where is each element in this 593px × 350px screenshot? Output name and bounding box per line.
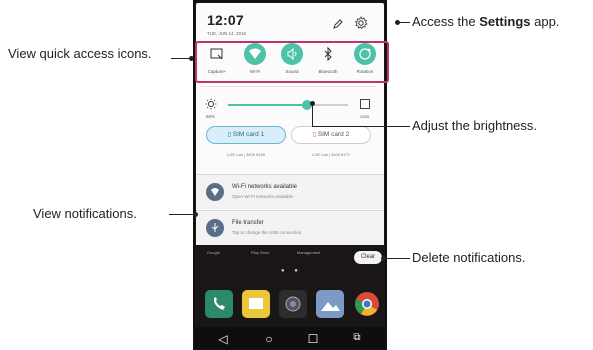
sim-card-1-button[interactable]: ▯ SIM card 1 [206, 126, 286, 144]
notification-title: Wi-Fi networks available [232, 184, 298, 190]
callout-marker [193, 212, 198, 217]
callout-line [312, 105, 313, 127]
callout-line [312, 126, 410, 127]
divider [201, 86, 377, 87]
callout-line [171, 58, 191, 59]
notification-title: File transfer [232, 220, 264, 226]
clear-button[interactable]: Clear [354, 251, 382, 264]
callout-line [169, 214, 195, 215]
back-button[interactable]: ◁ [213, 332, 233, 346]
messages-app-icon[interactable] [242, 290, 270, 318]
brightness-fill [228, 104, 308, 106]
quick-access-highlight [195, 41, 389, 83]
sim-card-2-button[interactable]: ▯ SIM card 2 [291, 126, 371, 144]
auto-label: Auto [360, 114, 370, 119]
notification-item[interactable]: File transfer Tap to change the USB conn… [196, 210, 384, 245]
callout-brightness: Adjust the brightness. [412, 118, 538, 133]
callout-text: Access the [412, 14, 480, 29]
auto-brightness-checkbox[interactable] [360, 99, 370, 109]
brightness-control: 66% Auto [193, 92, 381, 120]
sim-card-1-carrier: LGE Lab | 3400 6159 [227, 152, 265, 157]
brightness-icon [205, 98, 217, 110]
notification-subtitle: Tap to change the USB connection [232, 230, 302, 235]
home-app-label: Management [297, 250, 321, 255]
notification-item[interactable]: Wi-Fi networks available Open Wi-Fi netw… [196, 174, 384, 209]
recents-button[interactable]: ☐ [303, 332, 323, 346]
brightness-slider[interactable] [228, 100, 348, 110]
callout-notifications: View notifications. [33, 206, 137, 221]
callout-text: app. [530, 14, 560, 29]
chrome-app-icon[interactable] [353, 290, 381, 318]
sim-card-row: ▯ SIM card 1 ▯ SIM card 2 LGE Lab | 3400… [193, 126, 381, 166]
notification-subtitle: Open Wi-Fi networks available [232, 194, 294, 199]
sim-card-label: SIM card 1 [232, 131, 265, 138]
camera-app-icon[interactable] [279, 290, 307, 318]
brightness-percent: 66% [206, 114, 216, 119]
callout-settings: Access the Settings app. [412, 14, 559, 29]
page-indicator: ● ● [281, 268, 302, 274]
callout-line [384, 258, 410, 259]
app-dock [201, 290, 379, 322]
phone-app-icon[interactable] [205, 290, 233, 318]
callout-quick-access: View quick access icons. [8, 46, 152, 61]
callout-line [398, 22, 410, 23]
home-app-label: Play Store [251, 250, 270, 255]
navigation-bar: ◁ ○ ☐ ⧉ [193, 327, 387, 350]
dual-window-button[interactable]: ⧉ [347, 332, 367, 343]
gear-icon[interactable] [354, 16, 368, 30]
edit-icon[interactable] [332, 18, 344, 30]
callout-bold: Settings [479, 14, 531, 29]
home-button[interactable]: ○ [259, 332, 279, 346]
sim-card-label: SIM card 2 [317, 131, 350, 138]
callout-marker [189, 56, 194, 61]
status-date: TUE, JUN 14, 2016 [207, 31, 247, 36]
usb-icon [206, 219, 224, 237]
gallery-app-icon[interactable] [316, 290, 344, 318]
sim-card-2-carrier: LGE Lab | 3400 6171 [312, 152, 350, 157]
wifi-notification-icon [206, 183, 224, 201]
callout-delete: Delete notifications. [412, 250, 526, 265]
home-app-label: Google [207, 250, 220, 255]
callout-marker [310, 101, 315, 106]
status-time: 12:07 [207, 12, 244, 28]
